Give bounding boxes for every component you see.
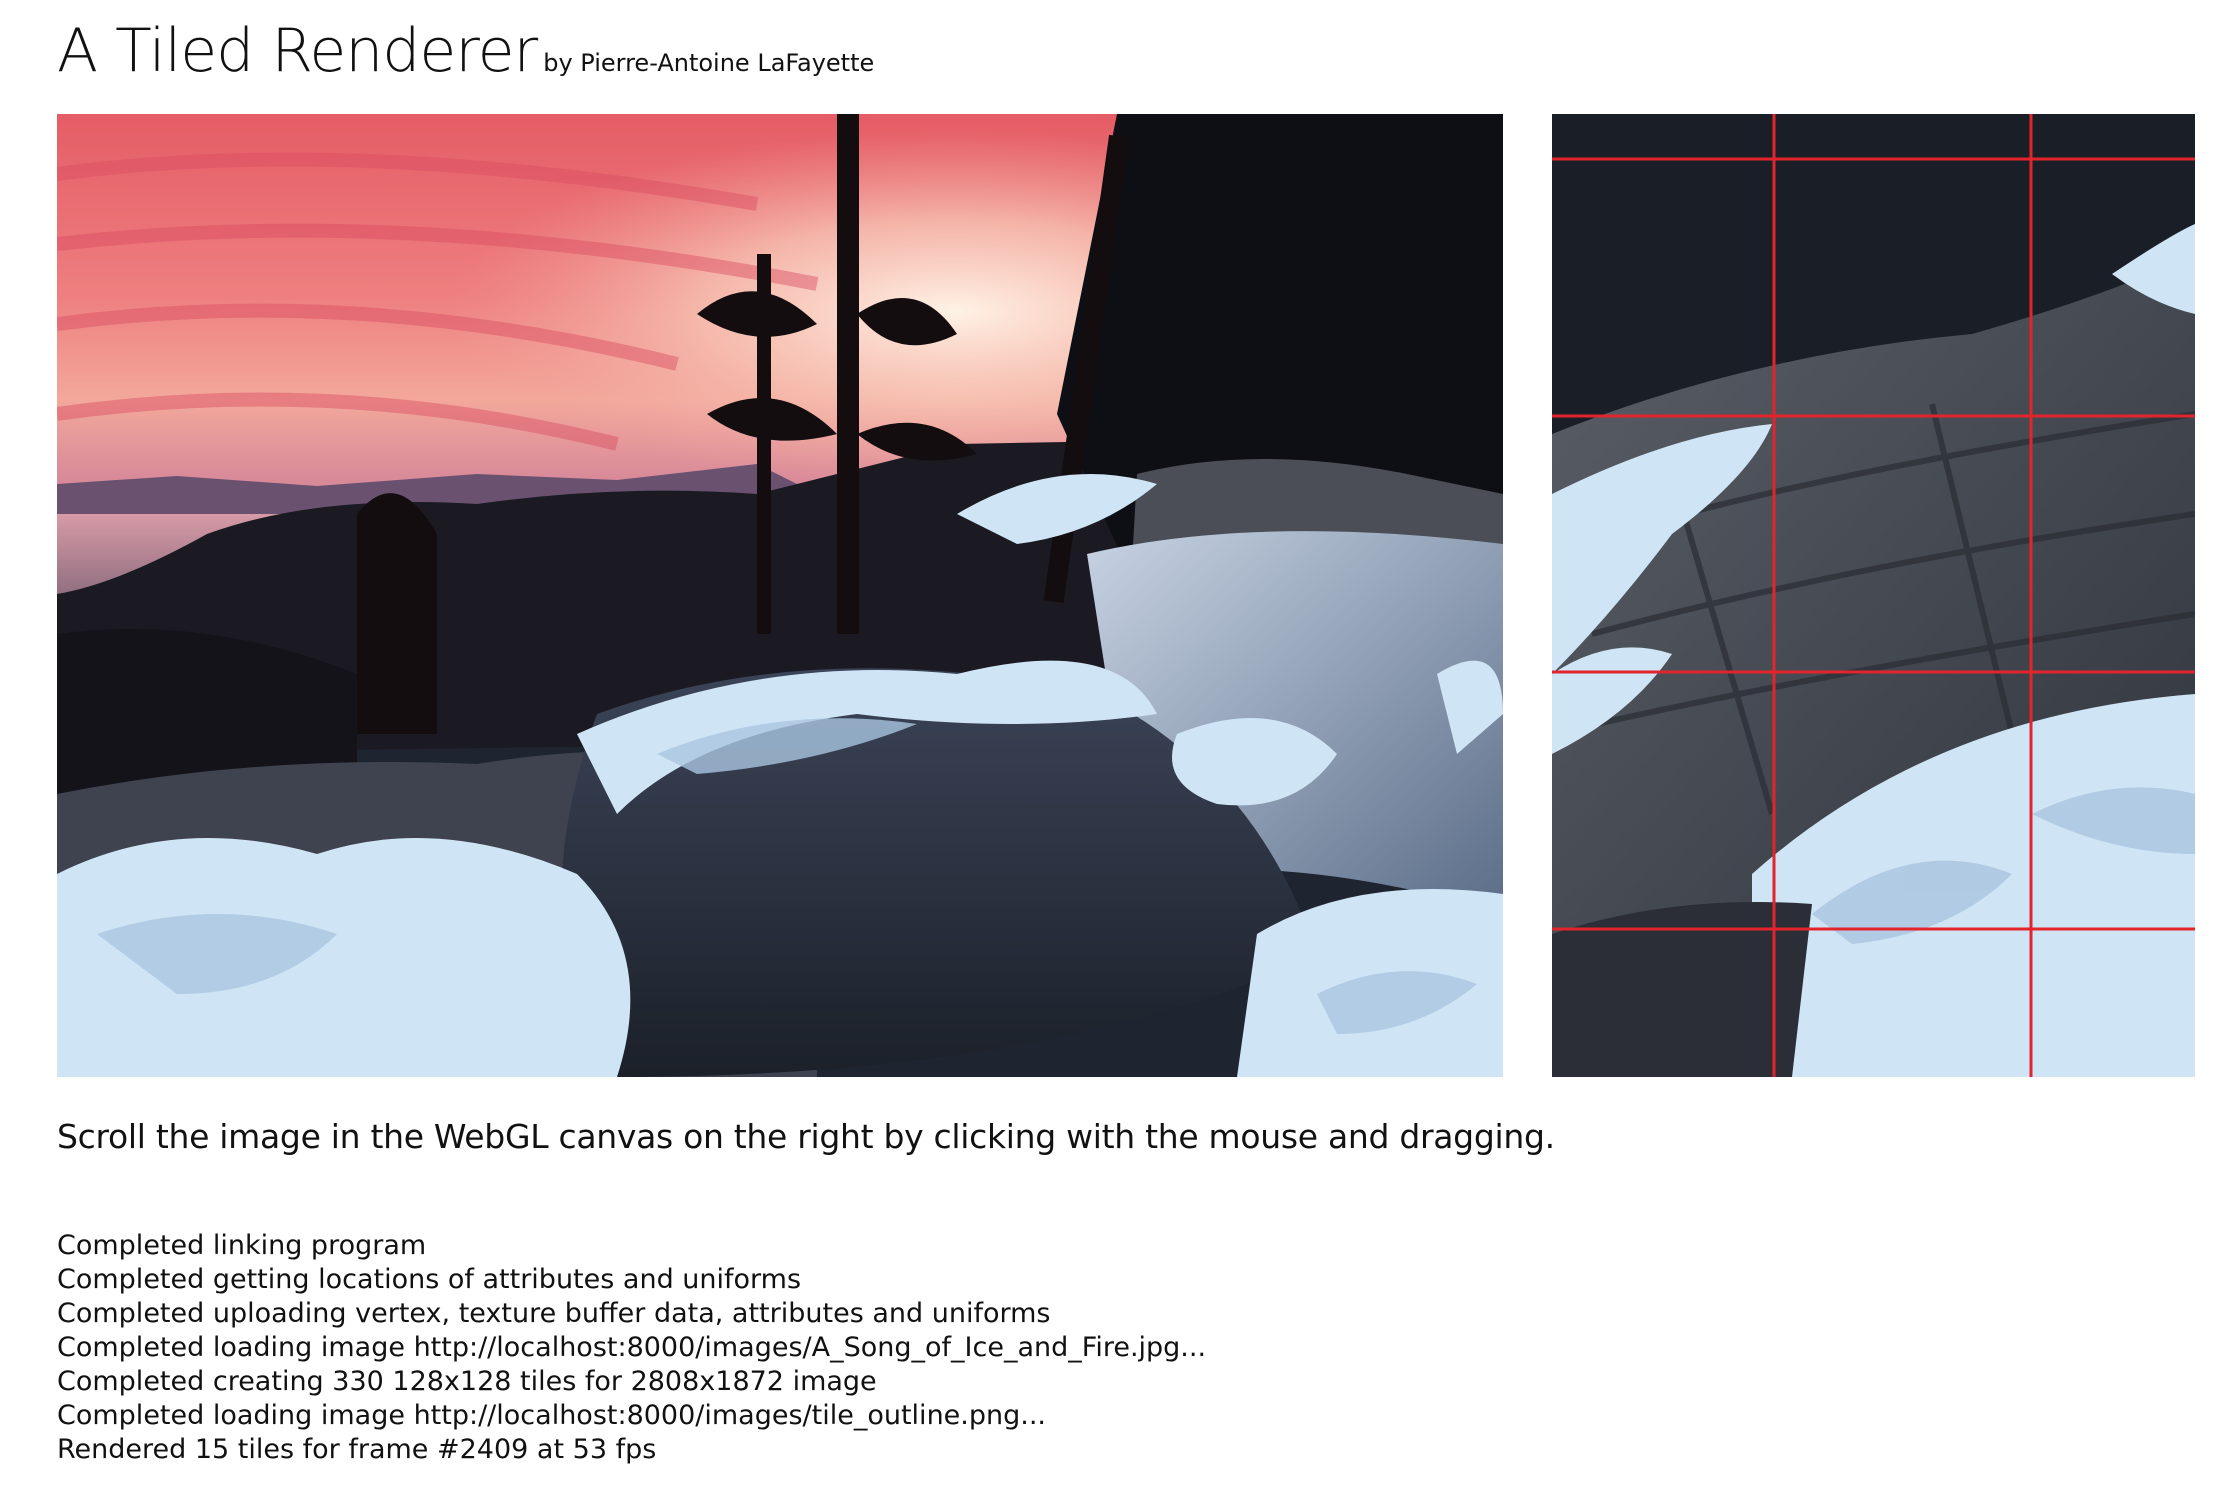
landscape-photo xyxy=(57,114,1503,1077)
log-line: Completed loading image http://localhost… xyxy=(57,1400,1047,1431)
tiled-render xyxy=(1552,114,2195,1077)
log-line: Completed uploading vertex, texture buff… xyxy=(57,1298,1051,1329)
instructions-text: Scroll the image in the WebGL canvas on … xyxy=(57,1117,1555,1156)
page-title: A Tiled Renderer xyxy=(57,16,538,86)
page-header: A Tiled Renderer by Pierre-Antoine LaFaye… xyxy=(57,16,874,86)
log-line: Completed getting locations of attribute… xyxy=(57,1264,802,1295)
source-image xyxy=(57,114,1503,1077)
log-line: Completed linking program xyxy=(57,1230,427,1261)
author-byline: by Pierre-Antoine LaFayette xyxy=(543,49,875,77)
status-log: Completed linking program Completed gett… xyxy=(57,1229,1206,1467)
log-line: Completed loading image http://localhost… xyxy=(57,1332,1207,1363)
log-line: Completed creating 330 128x128 tiles for… xyxy=(57,1366,877,1397)
webgl-canvas[interactable] xyxy=(1552,114,2195,1077)
log-line: Rendered 15 tiles for frame #2409 at 53 … xyxy=(57,1434,657,1465)
